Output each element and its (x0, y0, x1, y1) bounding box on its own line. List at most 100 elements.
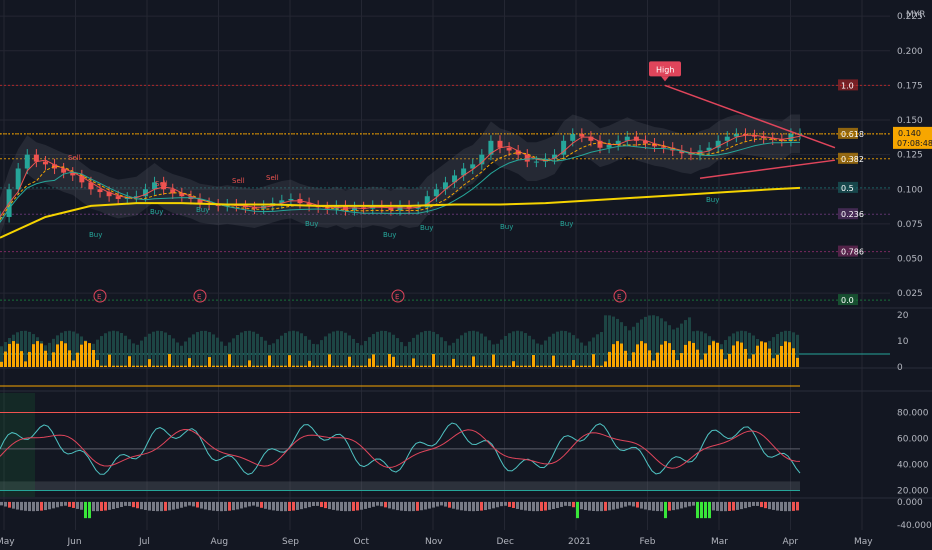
momentum-bar (716, 501, 719, 511)
volume-bar (44, 350, 47, 367)
momentum-bar (48, 501, 51, 510)
volume-bar (272, 365, 275, 367)
volume-bar-bg (440, 337, 443, 367)
momentum-bar (44, 501, 47, 511)
momentum-bar (776, 501, 779, 511)
volume-bar-bg (396, 338, 399, 367)
momentum-bar (20, 501, 23, 511)
momentum-bar (256, 501, 259, 507)
fib-tag-text: 0.786 (841, 248, 864, 257)
volume-bar (680, 353, 683, 367)
momentum-bar (36, 501, 39, 512)
volume-bar (320, 365, 323, 367)
momentum-bar (136, 501, 139, 509)
candle-body (97, 189, 103, 193)
volume-bar (728, 353, 731, 367)
volume-bar (20, 351, 23, 367)
volume-bar (72, 360, 75, 367)
volume-bar-bg (576, 338, 579, 367)
buy-signal-label: Buy (706, 196, 719, 204)
volume-bar-bg (604, 315, 607, 367)
volume-bar (76, 352, 79, 367)
momentum-bar (604, 501, 607, 511)
momentum-bar (128, 501, 131, 507)
volume-bar (516, 365, 519, 367)
momentum-bar (60, 501, 63, 507)
volume-bar (796, 357, 799, 367)
volume-bar (276, 365, 279, 367)
volume-bar (660, 344, 663, 367)
momentum-bar (500, 501, 503, 507)
volume-bar (536, 365, 539, 367)
volume-bar (368, 358, 371, 367)
volume-bar-bg (132, 343, 135, 367)
candle-body (115, 196, 121, 199)
momentum-bar (560, 501, 563, 507)
momentum-bar (320, 501, 323, 508)
volume-bar (648, 350, 651, 367)
volume-bar (332, 365, 335, 367)
volume-bar (28, 351, 31, 367)
volume-bar (444, 365, 447, 367)
volume-bar (448, 365, 451, 367)
volume-bar (492, 354, 495, 367)
momentum-bar (196, 501, 199, 508)
momentum-bar (476, 501, 479, 512)
trading-chart[interactable]: 0.225 0.200 0.175 0.150 0.125 0.100 0.075 0.050… (0, 0, 932, 550)
momentum-bar (552, 501, 555, 510)
x-axis-month-label: Dec (497, 537, 514, 547)
momentum-bar (224, 501, 227, 512)
volume-bar (568, 365, 571, 367)
momentum-bar (120, 501, 123, 508)
momentum-bar (636, 501, 639, 508)
volume-bar (344, 365, 347, 367)
momentum-bar (288, 501, 291, 511)
momentum-bar (652, 501, 655, 511)
volume-bar (640, 341, 643, 367)
volume-bar-bg (400, 342, 403, 367)
momentum-bar (448, 501, 451, 508)
momentum-bar (232, 501, 235, 511)
candle-body (24, 154, 30, 169)
volume-bar (708, 345, 711, 367)
volume-bar-bg (316, 344, 319, 367)
momentum-bar (620, 501, 623, 508)
momentum-bar (344, 501, 347, 512)
volume-bar (328, 354, 331, 367)
x-axis-month-label: Nov (425, 537, 443, 547)
momentum-bar (384, 501, 387, 508)
momentum-bar (568, 501, 571, 507)
momentum-bar (84, 501, 87, 519)
momentum-bar (68, 501, 71, 507)
momentum-bar (732, 501, 735, 511)
momentum-bar (132, 501, 135, 508)
chart-canvas[interactable]: 0.2250.2000.1750.1500.1250.1000.0750.050… (0, 0, 932, 550)
volume-bar-bg (320, 340, 323, 367)
volume-bar (656, 352, 659, 367)
volume-bar (148, 359, 151, 367)
volume-bar (416, 365, 419, 367)
momentum-bar (608, 501, 611, 511)
volume-bar-bg (256, 333, 259, 367)
volume-bar (480, 365, 483, 367)
momentum-bar (264, 501, 267, 509)
x-axis-month-label: Apr (783, 537, 799, 547)
momentum-bar (316, 501, 319, 506)
momentum-bar (724, 501, 727, 512)
chart-background (0, 0, 932, 550)
momentum-bar (236, 501, 239, 510)
volume-bar (204, 365, 207, 367)
momentum-bar (772, 501, 775, 510)
volume-bar (740, 342, 743, 367)
fib-tag-text: 0.0 (841, 296, 854, 305)
volume-bar-bg (504, 335, 507, 367)
volume-bar (232, 365, 235, 367)
volume-bar (716, 342, 719, 367)
volume-bar (668, 343, 671, 367)
volume-bar-bg (220, 341, 223, 367)
volume-bar (292, 365, 295, 367)
volume-bar (40, 343, 43, 367)
momentum-bar (696, 501, 699, 519)
momentum-bar (488, 501, 491, 510)
volume-bar (512, 361, 515, 367)
